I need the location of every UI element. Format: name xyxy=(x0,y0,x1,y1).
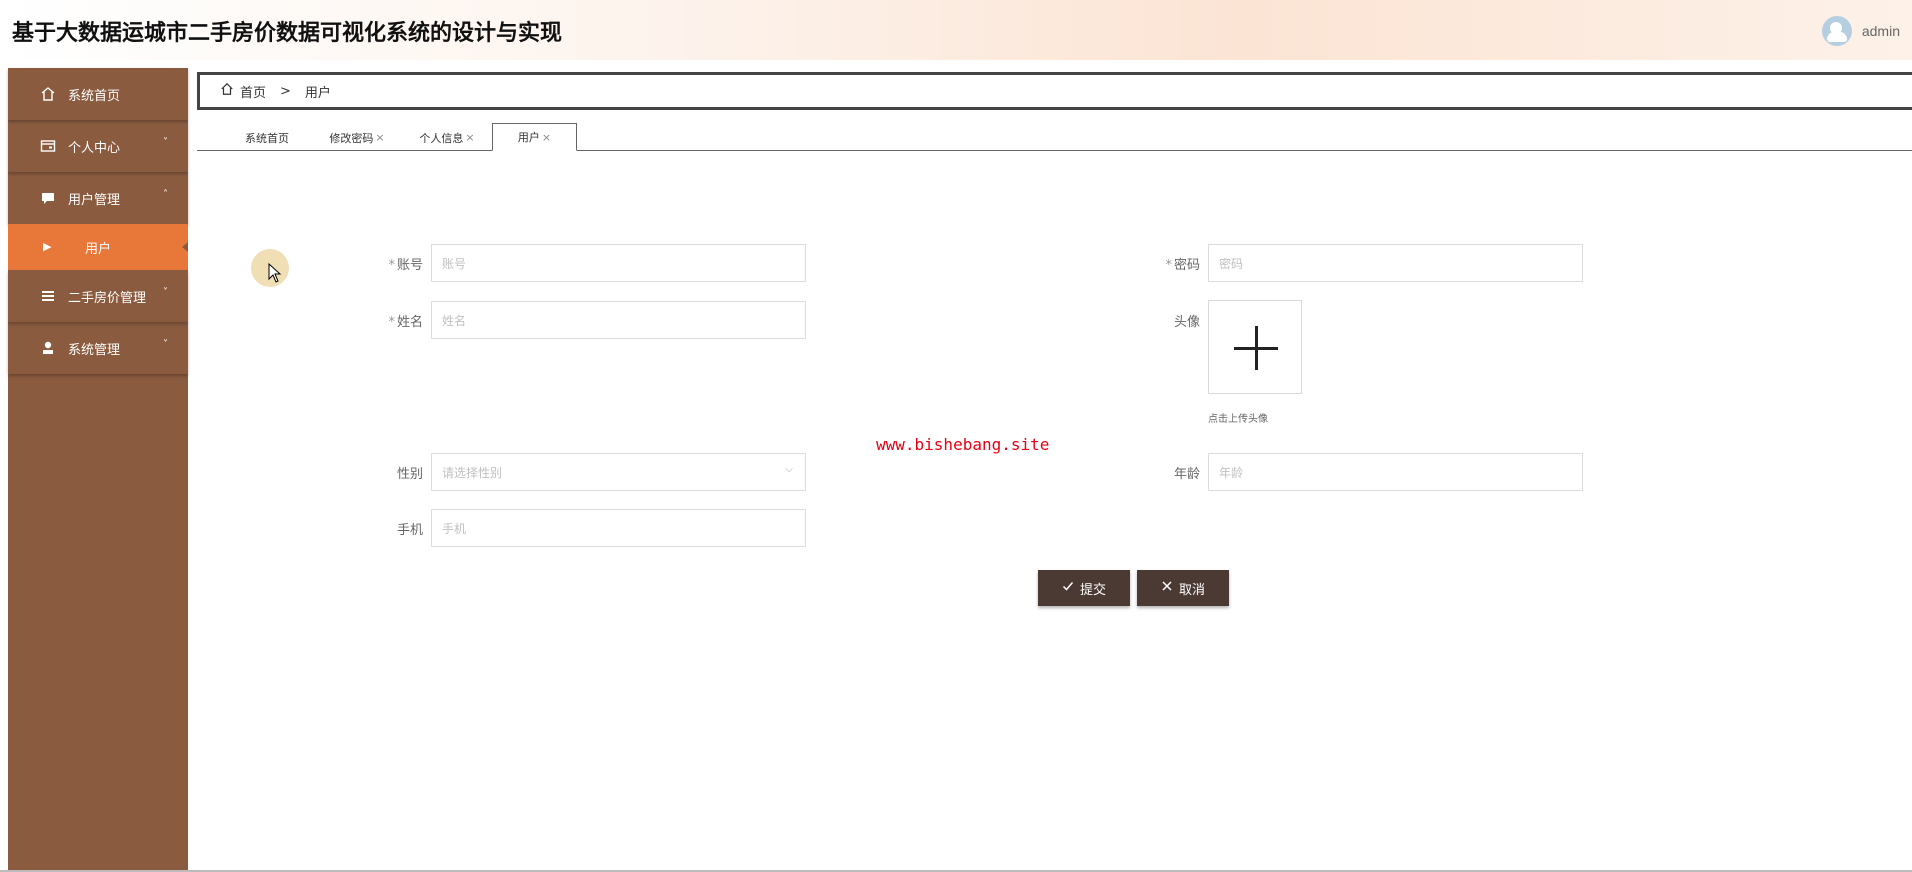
user-info[interactable]: admin xyxy=(1821,16,1900,46)
tab-user[interactable]: 用户 × xyxy=(492,123,577,151)
breadcrumb: 首页 > 用户 xyxy=(197,72,1912,110)
close-icon[interactable]: × xyxy=(542,131,551,144)
avatar-upload[interactable] xyxy=(1208,300,1302,394)
home-icon[interactable] xyxy=(220,82,234,100)
password-label: * 密码 xyxy=(1165,258,1200,273)
age-label: 年龄 xyxy=(1173,467,1200,482)
avatar-label: 头像 xyxy=(1173,315,1200,330)
sidebar-item-home[interactable]: 系统首页 xyxy=(8,68,188,120)
close-icon[interactable]: × xyxy=(375,131,384,144)
person-icon xyxy=(38,340,58,356)
mouse-cursor-icon xyxy=(268,262,282,287)
name-label: * 姓名 xyxy=(388,315,423,330)
chevron-down-icon: ˅ xyxy=(163,339,168,350)
sidebar-item-house-price-management[interactable]: 二手房价管理 ˅ xyxy=(8,270,188,322)
gender-label: 性别 xyxy=(396,467,423,482)
sidebar-item-system-management[interactable]: 系统管理 ˅ xyxy=(8,322,188,374)
sidebar-subitem-label: 用户 xyxy=(84,241,111,257)
submit-button[interactable]: 提交 xyxy=(1038,570,1130,606)
sidebar-subitem-user[interactable]: ▶ 用户 xyxy=(8,224,188,270)
tab-label: 用户 xyxy=(517,131,540,144)
tab-personal-info[interactable]: 个人信息 × xyxy=(417,124,477,151)
breadcrumb-current: 用户 xyxy=(304,85,331,101)
close-icon[interactable]: × xyxy=(465,131,474,144)
upload-tip: 点击上传头像 xyxy=(1208,414,1268,425)
cancel-button[interactable]: 取消 xyxy=(1137,570,1229,606)
name-input[interactable]: 姓名 xyxy=(431,301,806,339)
account-input[interactable]: 账号 xyxy=(431,244,806,282)
sidebar-item-label: 用户管理 xyxy=(68,192,121,208)
account-label: * 账号 xyxy=(388,258,423,273)
sidebar-item-label: 系统首页 xyxy=(68,88,121,104)
password-input[interactable]: 密码 xyxy=(1208,244,1583,282)
sidebar-item-label: 系统管理 xyxy=(68,342,121,358)
breadcrumb-separator: > xyxy=(280,83,291,99)
app-title: 基于大数据运城市二手房价数据可视化系统的设计与实现 xyxy=(12,21,563,46)
chat-icon xyxy=(38,190,58,206)
avatar[interactable] xyxy=(1821,16,1852,46)
wallet-icon xyxy=(38,138,58,154)
tab-label: 修改密码 xyxy=(329,131,374,145)
home-icon xyxy=(38,86,58,102)
chevron-up-icon: ˄ xyxy=(163,189,168,200)
chevron-down-icon: ˅ xyxy=(163,137,168,148)
tab-label: 系统首页 xyxy=(245,131,289,145)
active-pointer-icon xyxy=(182,242,188,252)
phone-label: 手机 xyxy=(396,523,423,538)
tab-home[interactable]: 系统首页 xyxy=(237,124,297,151)
chevron-down-icon: ˅ xyxy=(163,287,168,298)
top-header: 基于大数据运城市二手房价数据可视化系统的设计与实现 admin xyxy=(0,0,1912,60)
gender-select[interactable]: 请选择性别 ⌵ xyxy=(431,453,806,491)
list-icon xyxy=(38,288,58,304)
username[interactable]: admin xyxy=(1862,23,1900,39)
tab-change-password[interactable]: 修改密码 × xyxy=(327,124,387,151)
age-input[interactable]: 年龄 xyxy=(1208,453,1583,491)
phone-input[interactable]: 手机 xyxy=(431,509,806,547)
sidebar-item-personal-center[interactable]: 个人中心 ˅ xyxy=(8,120,188,172)
play-icon: ▶ xyxy=(43,240,52,253)
breadcrumb-home[interactable]: 首页 xyxy=(240,82,266,101)
watermark: www.bishebang.site xyxy=(876,435,1050,454)
close-icon xyxy=(1161,580,1173,596)
tab-bar: 系统首页 修改密码 × 个人信息 × 用户 × xyxy=(197,120,1912,151)
sidebar: 系统首页 个人中心 ˅ 用户管理 ˄ ▶ 用户 二手房价管理 ˅ 系统管理 ˅ xyxy=(8,68,188,872)
sidebar-item-label: 个人中心 xyxy=(68,140,121,156)
sidebar-item-user-management[interactable]: 用户管理 ˄ xyxy=(8,172,188,224)
tab-label: 个人信息 xyxy=(419,131,464,145)
chevron-down-icon: ⌵ xyxy=(785,464,793,475)
check-icon xyxy=(1062,580,1074,596)
sidebar-item-label: 二手房价管理 xyxy=(68,290,147,306)
